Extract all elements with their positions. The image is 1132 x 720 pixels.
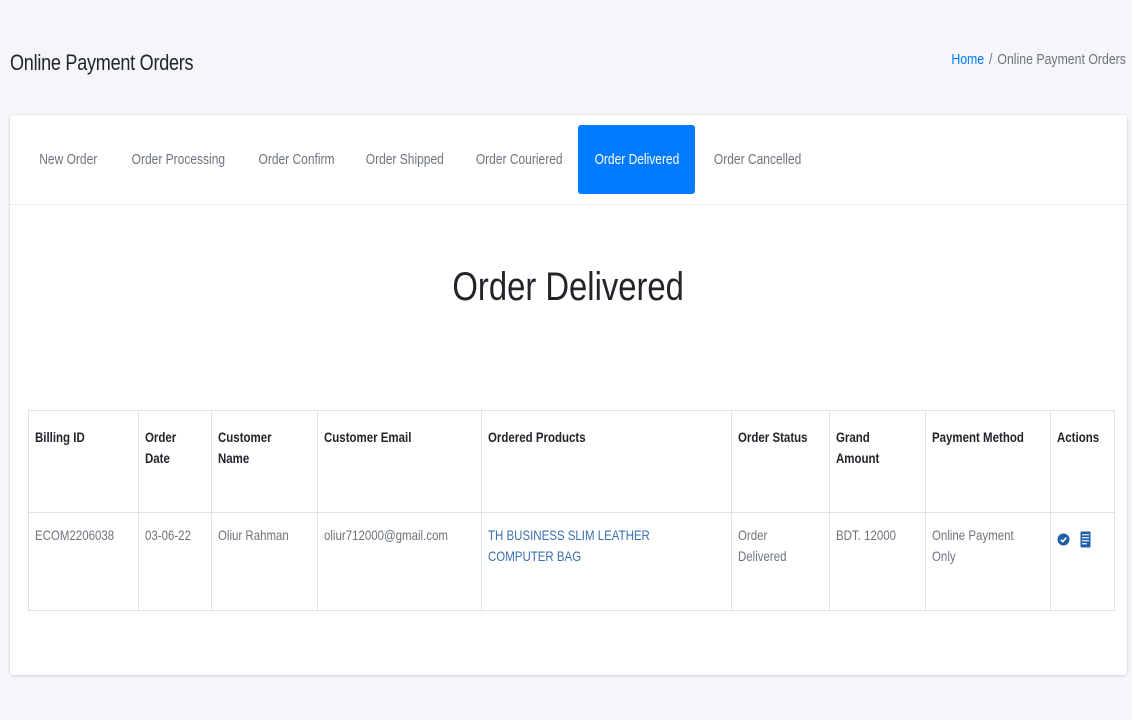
product-link[interactable]: TH BUSINESS SLIM LEATHER COMPUTER BAG xyxy=(488,527,685,564)
breadcrumb-current: Online Payment Orders xyxy=(997,51,1126,68)
breadcrumb: Home / Online Payment Orders xyxy=(951,51,1126,68)
page-header: Online Payment Orders Home / Online Paymen… xyxy=(0,0,1132,110)
orders-card: New Order Order Processing Order Confirm… xyxy=(10,115,1127,675)
table-row: ECOM2206038 03-06-22 Oliur Rahman oliur7… xyxy=(28,512,1116,611)
breadcrumb-home-link[interactable]: Home xyxy=(951,51,984,68)
view-icon[interactable] xyxy=(1057,531,1071,547)
table-header-row: Billing ID Order Date Customer Name Custom… xyxy=(28,410,1116,513)
tab-order-confirm[interactable]: Order Confirm xyxy=(246,125,348,194)
tab-order-shipped[interactable]: Order Shipped xyxy=(353,125,457,194)
cell-order-date: 03-06-22 xyxy=(137,512,213,611)
header-billing-id: Billing ID xyxy=(28,410,139,513)
breadcrumb-separator: / xyxy=(989,51,993,68)
header-grand-amount: Grand Amount xyxy=(828,410,926,513)
cell-order-status: Order Delivered xyxy=(730,512,830,611)
header-customer-email: Customer Email xyxy=(316,410,483,513)
invoice-icon[interactable] xyxy=(1079,531,1093,547)
page-title: Online Payment Orders xyxy=(10,50,194,75)
header-ordered-products: Ordered Products xyxy=(481,410,732,513)
header-payment-method: Payment Method xyxy=(924,410,1051,513)
tab-order-couriered[interactable]: Order Couriered xyxy=(463,125,575,194)
cell-billing-id: ECOM2206038 xyxy=(28,512,139,611)
cell-grand-amount: BDT. 12000 xyxy=(828,512,926,611)
tab-order-delivered[interactable]: Order Delivered xyxy=(578,125,695,194)
cell-payment-method: Online Payment Only xyxy=(924,512,1051,611)
cell-customer-email: oliur712000@gmail.com xyxy=(316,512,483,611)
section-title: Order Delivered xyxy=(452,265,685,309)
tab-new-order[interactable]: New Order xyxy=(18,125,118,194)
tab-order-cancelled[interactable]: Order Cancelled xyxy=(700,125,815,194)
cell-ordered-products: TH BUSINESS SLIM LEATHER COMPUTER BAG xyxy=(481,512,732,611)
orders-table: Billing ID Order Date Customer Name Custom… xyxy=(28,410,1116,611)
cell-actions xyxy=(1049,512,1116,611)
header-customer-name: Customer Name xyxy=(211,410,318,513)
header-order-status: Order Status xyxy=(730,410,830,513)
tab-order-processing[interactable]: Order Processing xyxy=(116,125,240,194)
header-order-date: Order Date xyxy=(137,410,213,513)
header-actions: Actions xyxy=(1049,410,1116,513)
cell-customer-name: Oliur Rahman xyxy=(211,512,318,611)
order-status-tabs: New Order Order Processing Order Confirm… xyxy=(10,115,1127,205)
